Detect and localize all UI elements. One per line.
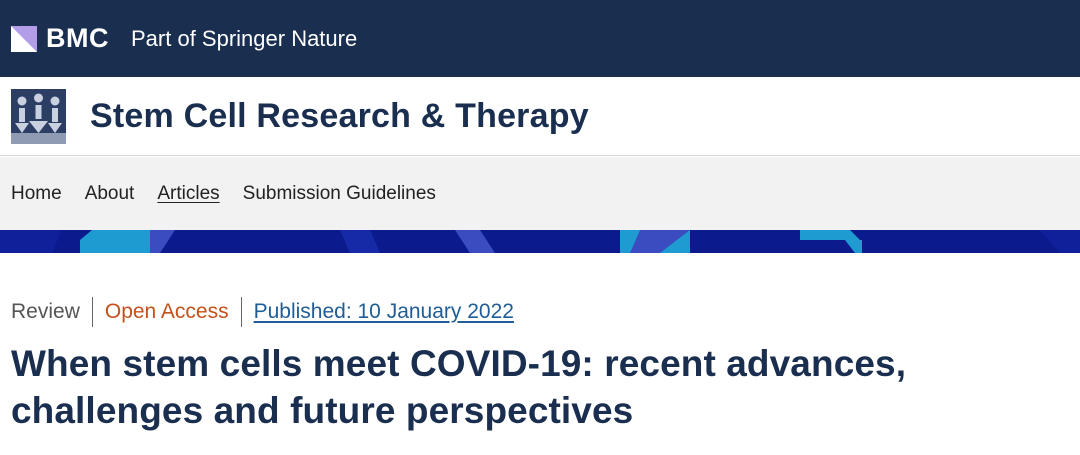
journal-title[interactable]: Stem Cell Research & Therapy: [90, 97, 589, 136]
nav-item-home[interactable]: Home: [11, 183, 62, 205]
springer-nature-tagline[interactable]: Part of Springer Nature: [131, 26, 357, 52]
decorative-banner: [0, 230, 1080, 253]
published-date-link[interactable]: Published: 10 January 2022: [254, 300, 514, 324]
journal-header: Stem Cell Research & Therapy: [0, 77, 1080, 156]
nav-item-submission-guidelines[interactable]: Submission Guidelines: [243, 183, 436, 205]
article-type: Review: [11, 300, 80, 323]
article-metadata: Review Open Access Published: 10 January…: [11, 297, 514, 327]
open-access-label: Open Access: [104, 300, 229, 323]
main-navigation: Home About Articles Submission Guideline…: [0, 157, 1080, 230]
top-header-bar: BMC Part of Springer Nature: [0, 0, 1080, 77]
bmc-logo[interactable]: BMC: [11, 23, 109, 54]
bmc-square-logo-icon: [11, 25, 37, 52]
stem-cell-journal-logo-icon[interactable]: [11, 88, 66, 144]
bmc-brand-text: BMC: [46, 23, 109, 53]
metadata-divider: [91, 297, 93, 327]
article-title: When stem cells meet COVID-19: recent ad…: [11, 343, 907, 431]
metadata-divider: [240, 297, 242, 327]
nav-item-about[interactable]: About: [85, 183, 135, 205]
nav-item-articles[interactable]: Articles: [157, 183, 219, 205]
